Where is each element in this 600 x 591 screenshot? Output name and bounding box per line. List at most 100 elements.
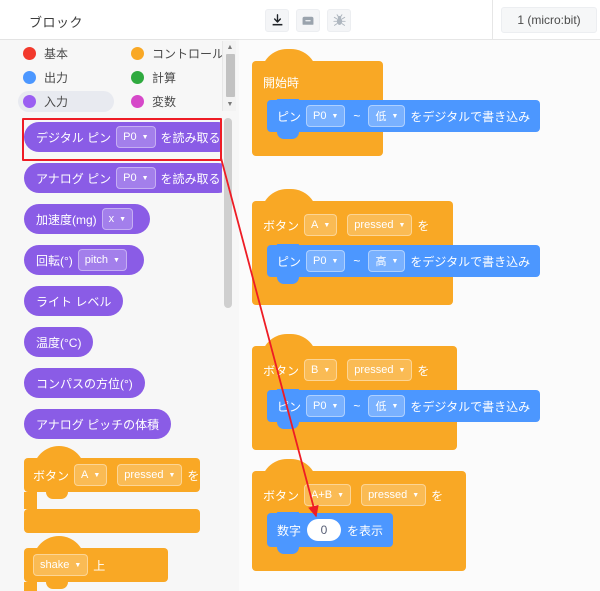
level-dropdown[interactable]: 低 ▼ [368, 105, 406, 127]
page-title: ブロック [29, 15, 84, 30]
block-digital-write[interactable]: ピン P0 ▼ ~ 高 ▼ をデジタルで書き込み [267, 244, 541, 284]
category-item-control[interactable]: コントロール [126, 43, 226, 64]
category-color-dot [23, 47, 36, 60]
button-value: A [81, 469, 89, 481]
chevron-down-icon: ▼ [331, 257, 339, 265]
block-compass-heading[interactable]: コンパスの方位(°) [24, 368, 145, 398]
block-on-gesture-event[interactable]: shake ▼ 上 [24, 536, 168, 591]
category-color-dot [23, 71, 36, 84]
rotation-dropdown[interactable]: pitch ▼ [77, 249, 127, 271]
category-item-variables[interactable]: 変数 [126, 91, 226, 112]
axis-dropdown[interactable]: x ▼ [101, 208, 134, 230]
pin-dropdown[interactable]: P0 ▼ [306, 250, 346, 272]
block-text-sep: ~ [353, 254, 361, 268]
block-text-sep: ~ [353, 109, 361, 123]
level-value: 低 [375, 111, 387, 123]
button-dropdown[interactable]: A ▼ [304, 214, 338, 236]
block-temperature[interactable]: 温度(°C) [24, 327, 94, 357]
chevron-down-icon: ▼ [391, 257, 399, 265]
project-badge[interactable]: 1 (micro:bit) [501, 7, 597, 33]
bug-icon [332, 14, 346, 26]
hat-text-pre: ボタン [263, 488, 300, 503]
event-dropdown[interactable]: pressed ▼ [347, 214, 413, 236]
chevron-down-icon: ▼ [391, 402, 399, 410]
blocks-canvas[interactable]: 開始時 ピン P0 ▼ ~ 低 ▼ をデジタルで書き込み ボタン A ▼ pre… [239, 41, 600, 591]
button-value: A [311, 219, 319, 231]
block-text-pre: ピン [277, 109, 302, 124]
block-left-column [24, 492, 37, 509]
pin-dropdown[interactable]: P0 ▼ [306, 395, 346, 417]
archive-button[interactable] [296, 9, 320, 32]
block-rotation[interactable]: 回転(°) pitch ▼ [24, 245, 144, 275]
category-label: コントロール [152, 47, 225, 61]
block-analog-read-pin[interactable]: アナログ ピン P0 ▼ を読み取る [24, 163, 222, 193]
block-text-post: を読み取る [160, 130, 221, 145]
block-digital-write[interactable]: ピン P0 ▼ ~ 低 ▼ をデジタルで書き込み [267, 99, 541, 139]
scrollbar-thumb[interactable] [224, 118, 232, 308]
category-color-dot [131, 95, 144, 108]
category-scrollbar[interactable]: ▲ ▼ [222, 41, 236, 111]
block-mouth-notch [46, 582, 68, 589]
block-text-pre: 温度(°C) [36, 335, 82, 350]
button-dropdown[interactable]: A ▼ [74, 464, 108, 486]
gesture-dropdown[interactable]: shake ▼ [33, 554, 89, 576]
scrollbar-thumb[interactable] [225, 54, 235, 97]
block-text-post: 上 [93, 558, 106, 573]
level-value: 高 [375, 256, 387, 268]
toolbar-divider [492, 0, 493, 40]
scroll-down-icon[interactable]: ▼ [225, 100, 235, 109]
event-dropdown[interactable]: pressed ▼ [347, 359, 413, 381]
event-dropdown[interactable]: pressed ▼ [361, 484, 427, 506]
block-light-level[interactable]: ライト レベル [24, 286, 124, 316]
category-label: 入力 [44, 95, 69, 109]
block-text-pre: 数字 [277, 523, 302, 538]
show-number-value[interactable]: 0 [307, 519, 342, 541]
event-value: pressed [354, 219, 394, 231]
block-digital-write[interactable]: ピン P0 ▼ ~ 低 ▼ をデジタルで書き込み [267, 389, 541, 429]
archive-icon [302, 16, 314, 25]
chevron-down-icon: ▼ [113, 256, 120, 264]
download-button[interactable] [265, 9, 289, 32]
chevron-down-icon: ▼ [398, 221, 406, 229]
hat-text-post: を [417, 218, 430, 233]
button-dropdown[interactable]: B ▼ [304, 359, 338, 381]
block-text-pre: ピン [277, 399, 302, 414]
block-text-post: を [187, 468, 200, 483]
category-item-output[interactable]: 出力 [18, 67, 114, 88]
button-dropdown[interactable]: A+B ▼ [304, 484, 352, 506]
block-notch-top [277, 389, 299, 396]
block-digital-read-pin[interactable]: デジタル ピン P0 ▼ を読み取る [24, 122, 222, 152]
block-acceleration[interactable]: 加速度(mg) x ▼ [24, 204, 151, 234]
hat-label: ボタン A+B ▼ pressed ▼ を [263, 484, 443, 506]
category-item-math[interactable]: 計算 [126, 67, 226, 88]
pin-dropdown[interactable]: P0 ▼ [116, 126, 156, 148]
category-list: 基本 出力 入力 コントロール 計算 変数 [18, 41, 224, 112]
block-on-button-event[interactable]: ボタン A ▼ pressed ▼ を [24, 446, 200, 543]
rotation-value: pitch [84, 254, 109, 266]
block-analog-pitch-volume[interactable]: アナログ ピッチの体積 [24, 409, 172, 439]
scroll-up-icon[interactable]: ▲ [225, 43, 235, 52]
blocks-flyout: デジタル ピン P0 ▼ を読み取る アナログ ピン P0 ▼ を読み取る 加速… [0, 114, 222, 591]
chevron-down-icon: ▼ [412, 491, 420, 499]
event-dropdown[interactable]: pressed ▼ [117, 464, 183, 486]
debug-button[interactable] [327, 9, 351, 32]
block-text-pre: ボタン [33, 468, 70, 483]
category-item-input[interactable]: 入力 [18, 91, 114, 112]
blocks-panel: ブロック 基本 出力 入力 コントロール 計算 変数 ▲ ▼ デジタル ピン P… [0, 0, 239, 591]
category-color-dot [131, 71, 144, 84]
chevron-down-icon: ▼ [323, 366, 331, 374]
block-text-pre: 加速度(mg) [36, 212, 97, 227]
flyout-scrollbar[interactable] [223, 118, 233, 584]
block-text-pre: コンパスの方位(°) [36, 376, 133, 391]
block-show-number[interactable]: 数字 0 を表示 [267, 512, 394, 554]
chevron-down-icon: ▼ [141, 174, 149, 182]
pin-dropdown[interactable]: P0 ▼ [116, 167, 156, 189]
toolbar: 1 (micro:bit) [239, 0, 600, 40]
level-dropdown[interactable]: 低 ▼ [368, 395, 406, 417]
category-color-dot [131, 47, 144, 60]
category-item-basic[interactable]: 基本 [18, 43, 114, 64]
level-dropdown[interactable]: 高 ▼ [368, 250, 406, 272]
button-value: A+B [311, 489, 333, 501]
pin-dropdown[interactable]: P0 ▼ [306, 105, 346, 127]
chevron-down-icon: ▼ [141, 133, 149, 141]
